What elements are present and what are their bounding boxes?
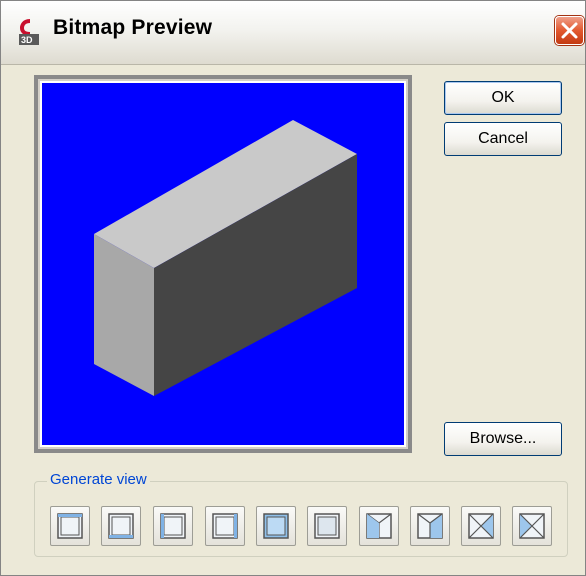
view-back-button[interactable] [307,506,347,546]
view-left-button[interactable] [153,506,193,546]
window-title: Bitmap Preview [53,16,213,39]
title-bar[interactable]: 3D Bitmap Preview [1,1,585,65]
view-nw-iso-button[interactable] [512,506,552,546]
close-icon [561,22,578,39]
nw-isometric-icon [519,513,545,539]
ne-isometric-icon [468,513,494,539]
top-view-icon [57,513,83,539]
front-view-icon [263,513,289,539]
sw-isometric-icon [366,513,392,539]
svg-text:3D: 3D [21,35,33,45]
dialog-body: OK Cancel Browse... Generate view [1,65,585,575]
bottom-view-icon [108,513,134,539]
view-se-iso-button[interactable] [410,506,450,546]
browse-button[interactable]: Browse... [444,422,562,456]
right-view-icon [212,513,238,539]
bitmap-preview-frame [34,75,412,453]
generate-view-group: Generate view [34,471,568,557]
close-button[interactable] [555,16,584,45]
view-right-button[interactable] [205,506,245,546]
view-bottom-button[interactable] [101,506,141,546]
view-front-button[interactable] [256,506,296,546]
se-isometric-icon [417,513,443,539]
bitmap-preview-dialog: 3D Bitmap Preview OK Cancel Browse... Ge… [0,0,586,576]
left-view-icon [160,513,186,539]
view-sw-iso-button[interactable] [359,506,399,546]
view-top-button[interactable] [50,506,90,546]
cancel-button[interactable]: Cancel [444,122,562,156]
bitmap-preview-image [42,83,404,445]
ok-button[interactable]: OK [444,81,562,115]
generate-view-label: Generate view [47,471,150,488]
view-ne-iso-button[interactable] [461,506,501,546]
civil3d-app-icon: 3D [17,17,45,47]
back-view-icon [314,513,340,539]
